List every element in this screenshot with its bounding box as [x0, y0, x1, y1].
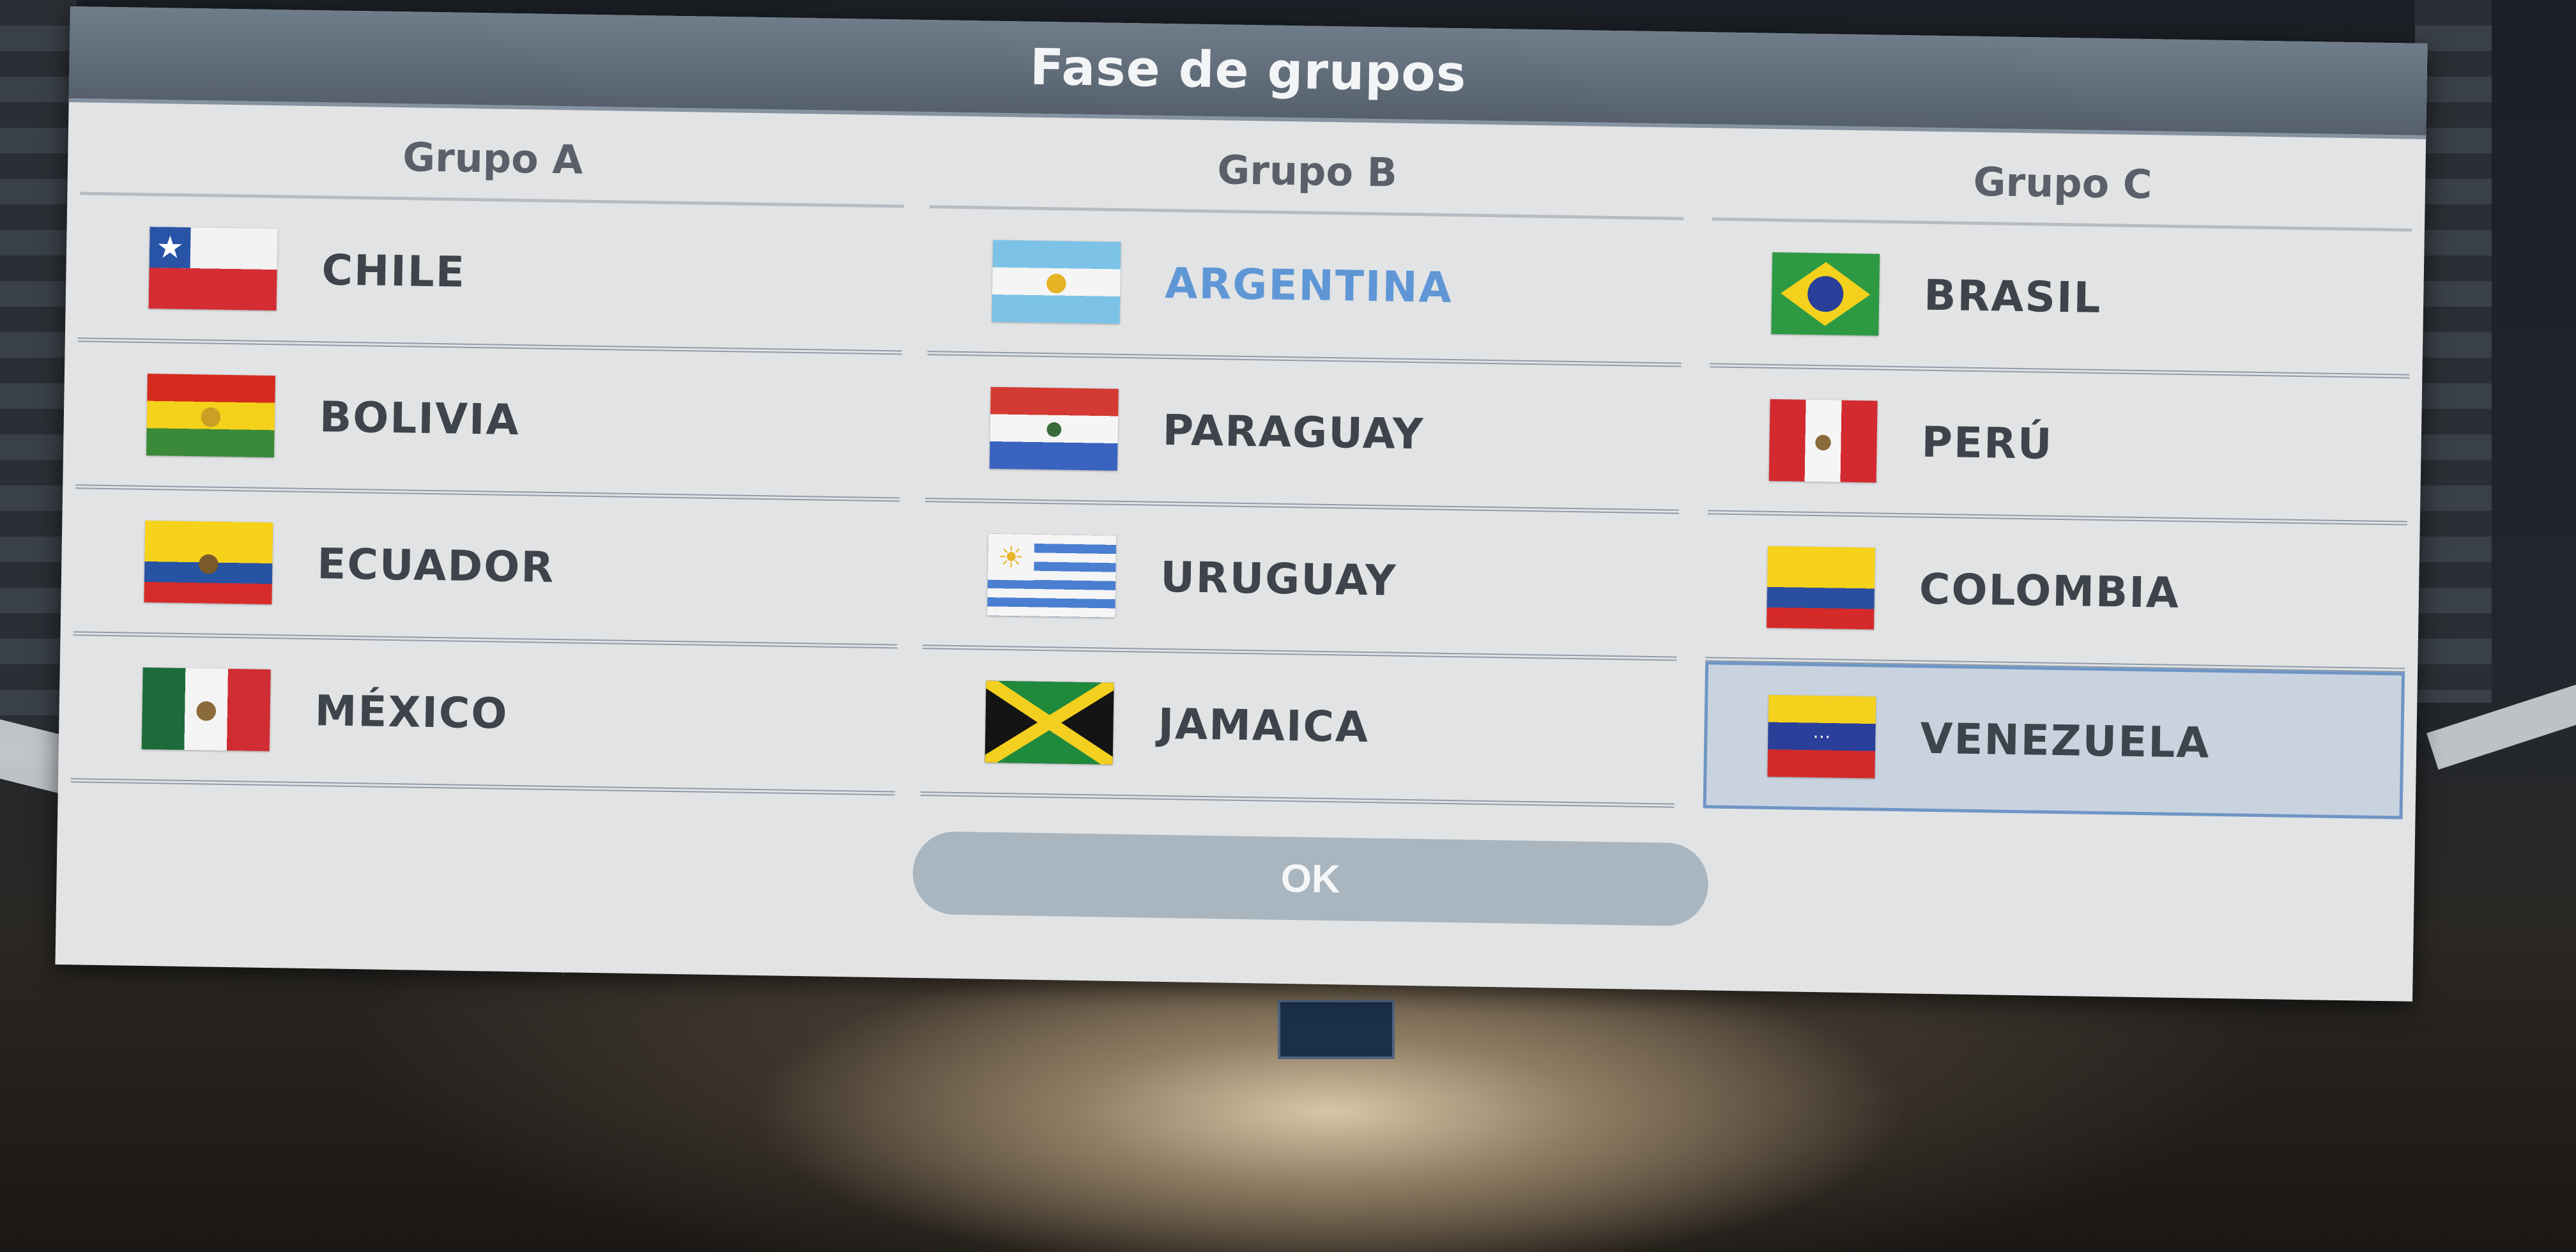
group-b-title: Grupo B: [930, 125, 1685, 220]
peru-flag-icon: ●: [1768, 399, 1878, 482]
paraguay-flag-icon: ●: [989, 386, 1119, 471]
jamaica-flag-icon: [985, 680, 1114, 765]
ecuador-flag-icon: ●: [144, 520, 273, 604]
team-name: BOLIVIA: [319, 392, 521, 445]
argentina-flag-icon: ●: [992, 240, 1121, 324]
team-row-paraguay[interactable]: ● PARAGUAY: [924, 355, 1682, 514]
team-row-colombia[interactable]: COLOMBIA: [1705, 514, 2407, 673]
team-row-argentina[interactable]: ● ARGENTINA: [927, 208, 1684, 367]
colombia-flag-icon: [1767, 546, 1876, 629]
chile-flag-icon: ★: [148, 226, 278, 310]
team-row-brasil[interactable]: BRASIL: [1710, 220, 2412, 379]
brasil-flag-icon: [1771, 252, 1880, 336]
mexico-flag-icon: ●: [141, 667, 271, 751]
team-row-ecuador[interactable]: ● ECUADOR: [73, 489, 900, 649]
group-b-column: Grupo B ● ARGENTINA ● PARAGUAY ☀ URUGUAY: [920, 125, 1685, 827]
team-name: BRASIL: [1923, 270, 2103, 323]
uruguay-flag-icon: ☀: [987, 533, 1117, 618]
team-row-uruguay[interactable]: ☀ URUGUAY: [923, 502, 1679, 661]
team-name: URUGUAY: [1160, 552, 1398, 606]
team-name: JAMAICA: [1157, 699, 1370, 752]
team-row-bolivia[interactable]: ● BOLIVIA: [75, 342, 902, 502]
group-c-column: Grupo C BRASIL ● PERÚ COLOMBIA ⋯ VENEZUE…: [1703, 137, 2413, 838]
team-name: ECUADOR: [316, 539, 555, 593]
group-stage-dialog: Fase de grupos Grupo A ★ CHILE ● BOLIVIA…: [55, 6, 2428, 1002]
stadium-scoreboard: [1278, 1000, 1395, 1059]
team-name: CHILE: [321, 245, 466, 297]
team-name: VENEZUELA: [1919, 714, 2211, 768]
team-row-venezuela[interactable]: ⋯ VENEZUELA: [1703, 661, 2405, 820]
venezuela-flag-icon: ⋯: [1767, 694, 1876, 779]
bolivia-flag-icon: ●: [146, 373, 275, 457]
team-name: PARAGUAY: [1162, 405, 1425, 459]
team-row-chile[interactable]: ★ CHILE: [77, 195, 905, 355]
team-row-peru[interactable]: ● PERÚ: [1707, 367, 2410, 526]
team-row-mexico[interactable]: ● MÉXICO: [70, 636, 898, 796]
group-c-title: Grupo C: [1712, 137, 2413, 232]
team-name: MÉXICO: [314, 686, 509, 738]
ok-button[interactable]: OK: [912, 830, 1709, 927]
groups-container: Grupo A ★ CHILE ● BOLIVIA ● ECUADOR ● MÉ…: [70, 112, 2413, 838]
team-row-jamaica[interactable]: JAMAICA: [920, 649, 1677, 808]
dialog-title: Fase de grupos: [1029, 38, 1468, 103]
team-name: PERÚ: [1921, 417, 2054, 469]
team-name: COLOMBIA: [1919, 564, 2181, 618]
team-name: ARGENTINA: [1164, 258, 1453, 313]
group-a-column: Grupo A ★ CHILE ● BOLIVIA ● ECUADOR ● MÉ…: [70, 112, 906, 814]
group-a-title: Grupo A: [80, 112, 906, 208]
